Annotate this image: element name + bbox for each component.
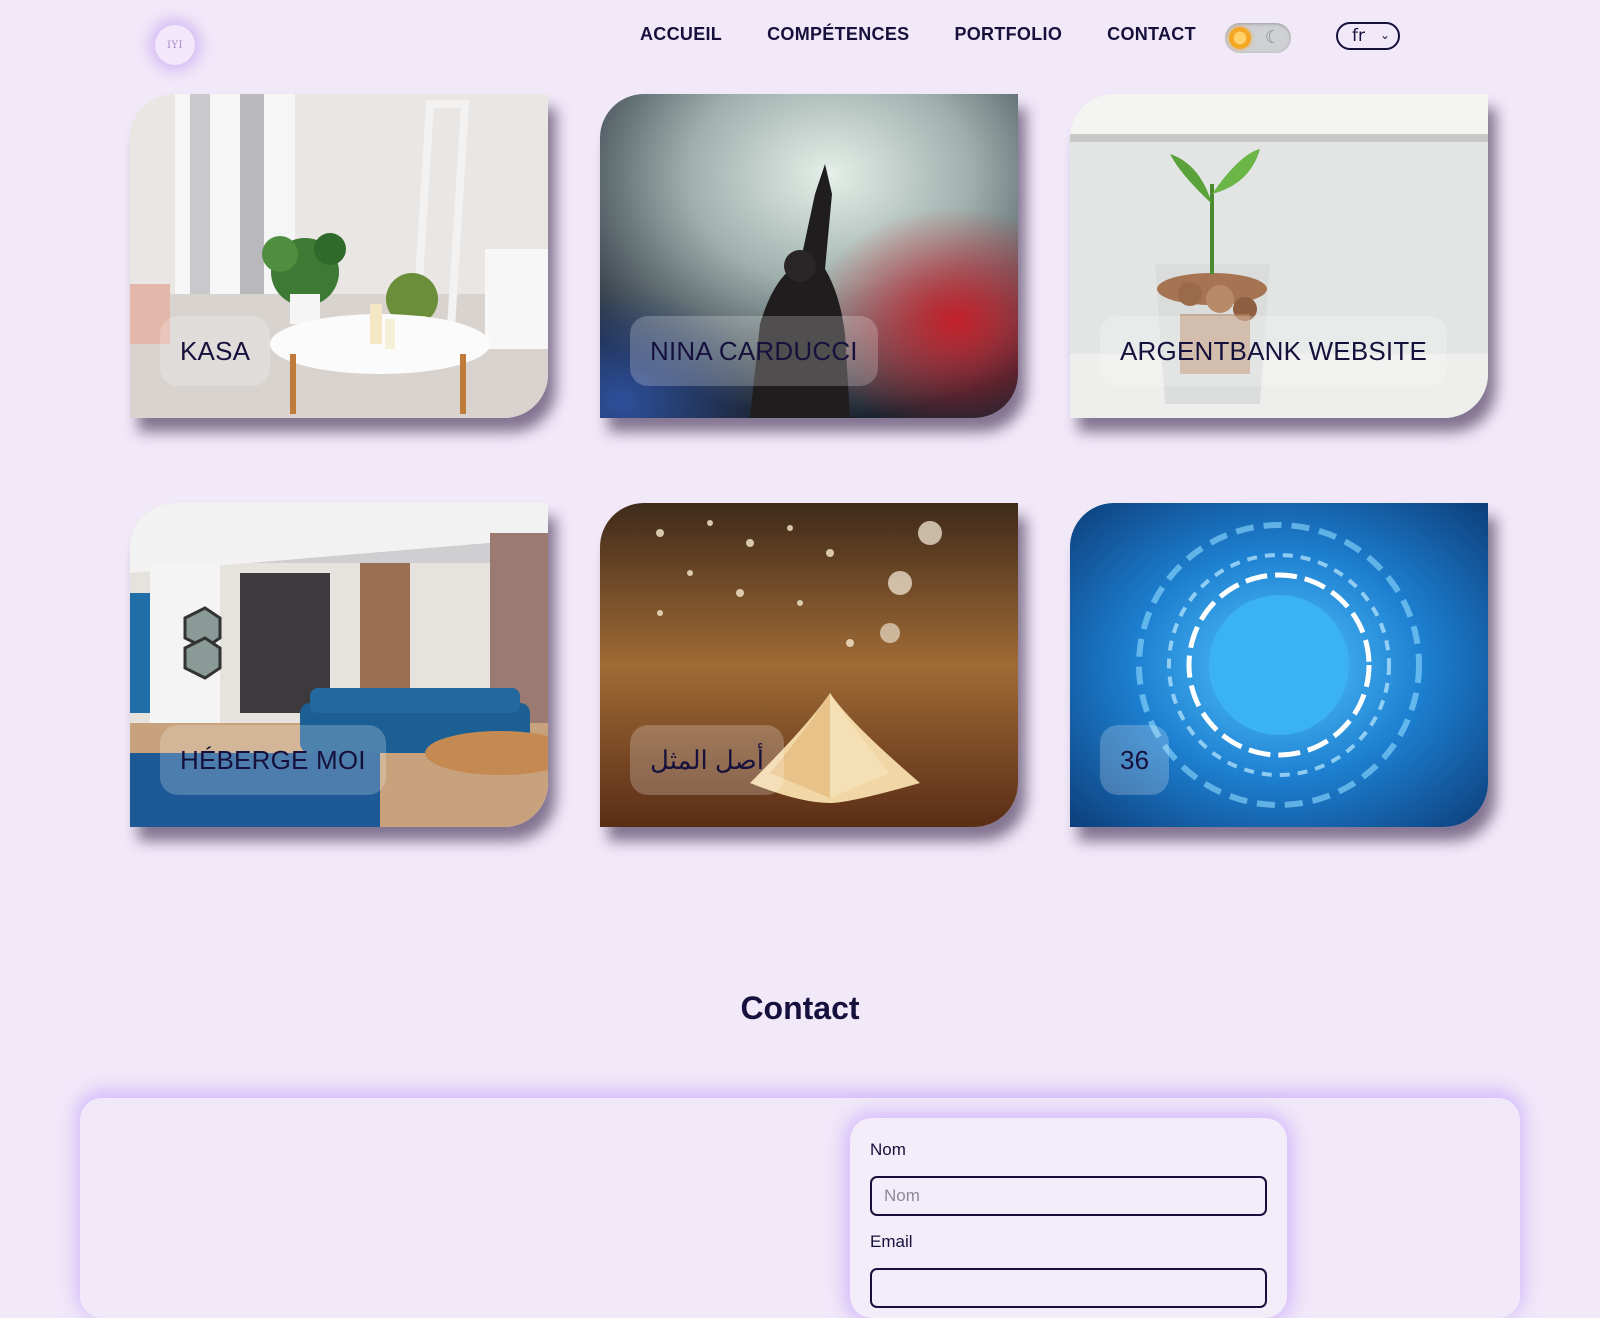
project-card-asl-al-mathal[interactable]: أصل المثل — [600, 503, 1018, 827]
logo[interactable]: IYI — [155, 25, 195, 65]
language-value: fr — [1352, 26, 1365, 46]
project-card-argentbank[interactable]: ARGENTBANK WEBSITE — [1070, 94, 1488, 418]
nav-accueil[interactable]: ACCUEIL — [640, 24, 722, 45]
email-label: Email — [870, 1232, 913, 1251]
project-title: 36 — [1100, 725, 1170, 795]
nav-contact[interactable]: CONTACT — [1107, 24, 1196, 45]
language-select[interactable]: fr ⌄ — [1336, 22, 1400, 50]
nav-competences[interactable]: COMPÉTENCES — [767, 24, 909, 45]
name-label: Nom — [870, 1140, 906, 1159]
chevron-down-icon: ⌄ — [1379, 28, 1390, 42]
project-title: HÉBERGE MOI — [160, 725, 386, 795]
logo-text: IYI — [166, 39, 183, 51]
nav-portfolio[interactable]: PORTFOLIO — [954, 24, 1062, 45]
project-card-kasa[interactable]: KASA — [130, 94, 548, 418]
theme-toggle[interactable]: ☾ — [1225, 23, 1291, 53]
project-card-36[interactable]: 36 — [1070, 503, 1488, 827]
project-card-nina-carducci[interactable]: NINA CARDUCCI — [600, 94, 1018, 418]
contact-panel — [80, 1098, 1520, 1318]
project-title: ARGENTBANK WEBSITE — [1100, 316, 1447, 386]
sun-icon — [1229, 27, 1251, 49]
project-title: أصل المثل — [630, 725, 784, 795]
email-field[interactable] — [870, 1268, 1267, 1308]
project-title: NINA CARDUCCI — [630, 316, 878, 386]
main-nav: ACCUEIL COMPÉTENCES PORTFOLIO CONTACT — [640, 24, 1196, 45]
contact-form: Nom Email — [850, 1118, 1287, 1318]
site-header: IYI ACCUEIL COMPÉTENCES PORTFOLIO CONTAC… — [0, 0, 1600, 80]
project-title: KASA — [160, 316, 271, 386]
project-card-heberge-moi[interactable]: HÉBERGE MOI — [130, 503, 548, 827]
moon-icon: ☾ — [1264, 27, 1282, 48]
contact-title: Contact — [740, 990, 860, 1026]
name-field[interactable] — [870, 1176, 1267, 1216]
